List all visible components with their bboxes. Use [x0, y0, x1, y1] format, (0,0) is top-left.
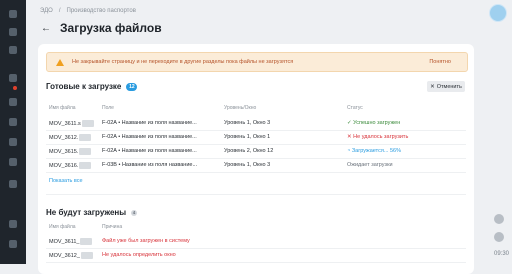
file-name: MOV_3616.	[49, 162, 92, 169]
skipped-count-badge: 4	[131, 209, 138, 216]
col-header-level: Уровень/Окно	[224, 105, 257, 111]
file-name: MOV_3615.	[49, 148, 92, 155]
list-icon[interactable]	[9, 74, 17, 82]
ready-title: Готовые к загрузке	[46, 82, 122, 91]
breadcrumb-home[interactable]: ЭДО	[40, 8, 53, 14]
breadcrumb-separator: /	[58, 8, 61, 14]
dismiss-warning-button[interactable]: Понятно	[429, 59, 451, 65]
right-rail: 09:30	[486, 0, 512, 264]
field-cell: F-02A • Название из поля название...	[102, 134, 197, 140]
table-row[interactable]: MOV_3611_ Файл уже был загружен в систем…	[46, 234, 466, 249]
col-header-reason: Причина	[102, 224, 123, 230]
notification-dot	[13, 86, 17, 90]
table-row[interactable]: MOV_3615. F-02A • Название из поля назва…	[46, 144, 466, 159]
reason-cell: Файл уже был загружен в систему	[102, 238, 190, 244]
field-cell: F-03B • Название из поля название...	[102, 162, 198, 168]
field-cell: F-02A • Название из поля название...	[102, 120, 197, 126]
file-name: MOV_3611_	[49, 238, 93, 245]
info-icon[interactable]	[494, 232, 504, 242]
help-icon[interactable]	[9, 220, 17, 228]
file-name: MOV_3612_	[49, 252, 93, 259]
settings-icon[interactable]	[9, 240, 17, 248]
spinner-icon: ◔	[347, 148, 351, 154]
home-icon[interactable]	[9, 10, 17, 18]
level-cell: Уровень 1, Окно 3	[224, 162, 271, 168]
error-icon: ✕	[347, 134, 352, 140]
col-header-status: Статус	[347, 105, 363, 111]
reason-cell: Не удалось определить окно	[102, 252, 176, 258]
back-arrow-icon[interactable]: ←	[40, 22, 52, 34]
breadcrumb: ЭДО / Производство паспортов	[40, 8, 136, 14]
warning-text: Не закрывайте страницу и не переходите в…	[72, 59, 294, 65]
skipped-title: Не будут загружены	[46, 208, 127, 217]
ready-section-title: Готовые к загрузке 12	[46, 82, 138, 91]
title-row: ← Загрузка файлов	[40, 21, 162, 35]
warning-banner: Не закрывайте страницу и не переходите в…	[46, 52, 468, 72]
cancel-label: Отменить	[436, 83, 462, 90]
archive-icon[interactable]	[9, 158, 17, 166]
avatar[interactable]	[489, 4, 507, 22]
folder-icon[interactable]	[9, 118, 17, 126]
status-cell: ✕ Не удалось загрузить	[347, 134, 409, 140]
clock: 09:30	[493, 251, 509, 257]
cancel-button[interactable]: ✕ Отменить	[427, 81, 465, 92]
col-header-name: Имя файла	[49, 224, 76, 230]
level-cell: Уровень 1, Окно 1	[224, 134, 271, 140]
table-row[interactable]: MOV_3611.s F-02A • Название из поля назв…	[46, 116, 466, 131]
file-name: MOV_3612.	[49, 134, 92, 141]
field-cell: F-02A • Название из поля название...	[102, 148, 197, 154]
breadcrumb-current[interactable]: Производство паспортов	[67, 8, 136, 14]
docs-icon[interactable]	[9, 46, 17, 54]
table-row[interactable]: MOV_3612. F-02A • Название из поля назва…	[46, 130, 466, 145]
col-header-field: Поле	[102, 105, 114, 111]
status-cell: ✓ Успешно загружен	[347, 120, 401, 126]
status-cell: ◔ Загружается... 56%	[347, 148, 401, 154]
section-divider	[46, 194, 466, 195]
check-icon: ✓	[347, 120, 352, 126]
page-title: Загрузка файлов	[60, 21, 162, 35]
level-cell: Уровень 1, Окно 3	[224, 120, 271, 126]
show-all-link[interactable]: Показать все	[49, 178, 83, 184]
level-cell: Уровень 2, Окно 12	[224, 148, 274, 154]
file-name: MOV_3611.s	[49, 120, 94, 127]
status-cell: Ожидает загрузки	[347, 162, 393, 168]
app-sidebar	[0, 0, 26, 264]
users-icon[interactable]	[9, 138, 17, 146]
table-row[interactable]: MOV_3616. F-03B • Название из поля назва…	[46, 158, 466, 173]
menu-icon[interactable]	[9, 28, 17, 36]
chart-icon[interactable]	[9, 98, 17, 106]
close-icon: ✕	[430, 83, 435, 90]
lock-icon[interactable]	[494, 214, 504, 224]
tools-icon[interactable]	[9, 180, 17, 188]
skipped-section-title: Не будут загружены 4	[46, 208, 138, 217]
upload-card: Не закрывайте страницу и не переходите в…	[38, 44, 474, 274]
warning-icon	[56, 58, 64, 66]
ready-count-badge: 12	[126, 82, 138, 91]
table-row[interactable]: MOV_3612_ Не удалось определить окно	[46, 248, 466, 263]
col-header-name: Имя файла	[49, 105, 76, 111]
